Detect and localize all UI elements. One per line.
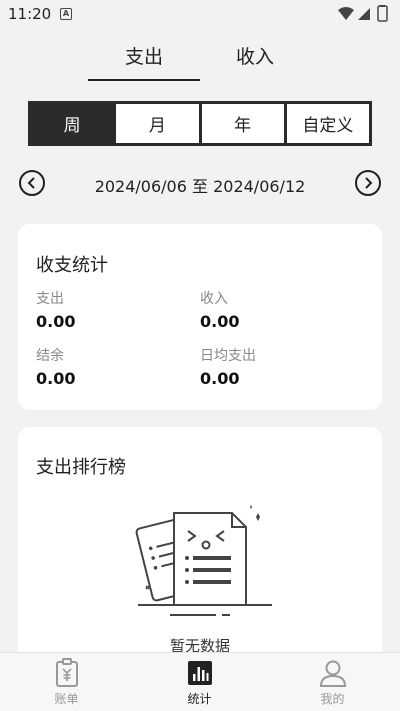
next-period-button[interactable] bbox=[355, 170, 381, 196]
period-week-button[interactable]: 周 bbox=[31, 104, 117, 143]
chevron-right-icon bbox=[365, 177, 373, 189]
income-value: 0.00 bbox=[200, 312, 240, 331]
nav-profile[interactable]: 我的 bbox=[266, 653, 399, 711]
nav-bills[interactable]: 账单 bbox=[0, 653, 133, 711]
balance-stat: 结余 0.00 bbox=[36, 345, 75, 388]
type-tabs: 支出 收入 bbox=[0, 36, 400, 86]
nav-profile-label: 我的 bbox=[320, 692, 345, 706]
date-range-bar: 2024/06/06 至 2024/06/12 bbox=[0, 168, 400, 198]
daily-expense-label: 日均支出 bbox=[200, 348, 256, 364]
notification-a-icon: A bbox=[60, 8, 72, 20]
expense-value: 0.00 bbox=[36, 312, 76, 331]
income-label: 收入 bbox=[200, 291, 228, 307]
date-range-text: 2024/06/06 至 2024/06/12 bbox=[94, 177, 306, 196]
bill-icon bbox=[55, 658, 78, 687]
tab-income[interactable]: 收入 bbox=[200, 42, 310, 69]
income-stat: 收入 0.00 bbox=[200, 288, 239, 331]
bottom-navigation: 账单 统计 我的 bbox=[0, 652, 400, 711]
expense-stat: 支出 0.00 bbox=[36, 288, 75, 331]
previous-period-button[interactable] bbox=[19, 170, 45, 196]
chevron-left-icon bbox=[27, 177, 35, 189]
status-time: 11:20 bbox=[8, 5, 52, 23]
period-selector: 周 月 年 自定义 bbox=[28, 101, 372, 146]
balance-label: 结余 bbox=[36, 348, 64, 364]
wifi-icon bbox=[338, 7, 354, 20]
battery-icon bbox=[377, 5, 388, 22]
empty-documents-icon bbox=[135, 505, 272, 616]
period-custom-button[interactable]: 自定义 bbox=[287, 104, 369, 143]
system-status-icons bbox=[338, 5, 388, 22]
nav-statistics[interactable]: 统计 bbox=[133, 653, 266, 711]
period-year-button[interactable]: 年 bbox=[202, 104, 287, 143]
period-month-button[interactable]: 月 bbox=[116, 104, 202, 143]
summary-title: 收支统计 bbox=[36, 255, 108, 276]
ranking-title: 支出排行榜 bbox=[36, 457, 126, 478]
status-bar: 11:20 A bbox=[0, 0, 400, 30]
daily-expense-stat: 日均支出 0.00 bbox=[200, 345, 256, 388]
daily-expense-value: 0.00 bbox=[200, 369, 240, 388]
expense-label: 支出 bbox=[36, 291, 64, 307]
expense-ranking-card: 支出排行榜 暂无数据 bbox=[18, 427, 382, 667]
balance-value: 0.00 bbox=[36, 369, 76, 388]
signal-icon bbox=[358, 8, 370, 20]
nav-bills-label: 账单 bbox=[54, 692, 79, 706]
summary-card: 收支统计 支出 0.00 收入 0.00 结余 0.00 日均支出 0.00 bbox=[18, 224, 382, 410]
profile-icon bbox=[319, 660, 346, 687]
tab-expense[interactable]: 支出 bbox=[89, 42, 199, 69]
active-tab-indicator bbox=[88, 79, 200, 81]
chart-icon bbox=[187, 661, 212, 685]
nav-statistics-label: 统计 bbox=[187, 692, 212, 706]
